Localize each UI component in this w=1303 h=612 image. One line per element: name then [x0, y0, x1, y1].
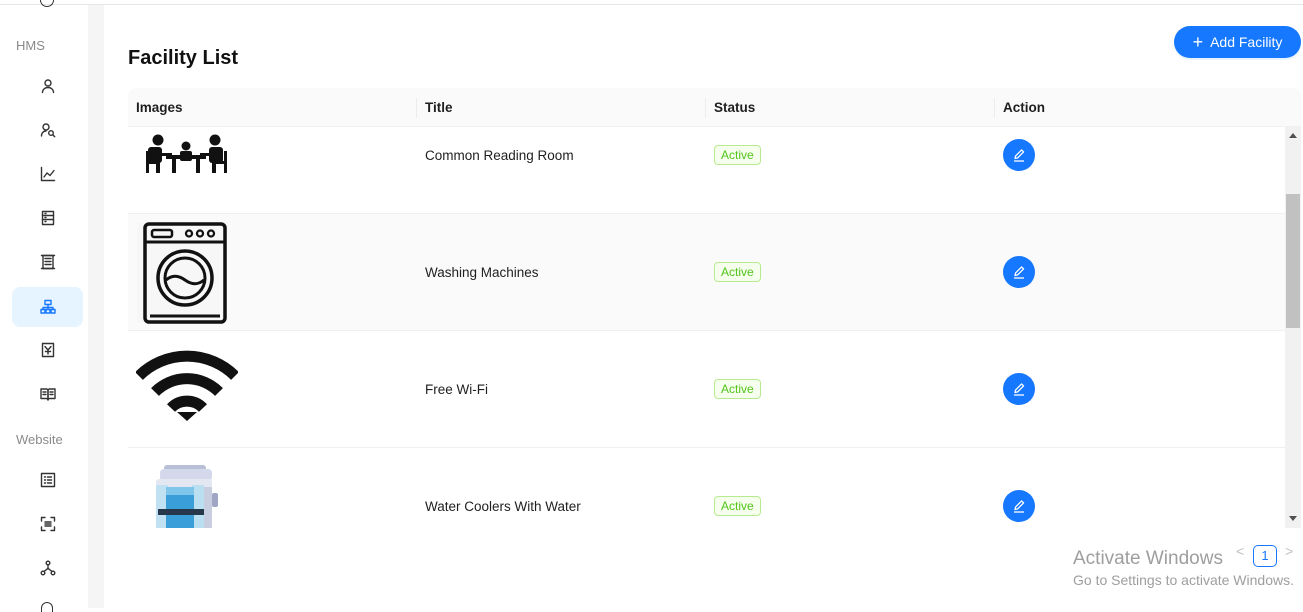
edit-icon: [1014, 266, 1025, 279]
page-title: Facility List: [128, 47, 239, 69]
sidebar-item-chart[interactable]: [12, 154, 83, 194]
list-icon: [40, 472, 55, 488]
voucher-icon: [41, 342, 54, 358]
facility-title: Washing Machines: [425, 265, 539, 280]
edit-icon: [1014, 383, 1025, 396]
add-facility-button[interactable]: + Add Facility: [1174, 26, 1301, 58]
sidebar-section-website: Website: [16, 432, 63, 447]
sidebar-partial-icon-bottom: [41, 602, 53, 612]
database-icon: [41, 210, 54, 226]
cluster-icon: [39, 299, 56, 314]
column-divider: [705, 98, 706, 118]
facility-table: Images Title Status Action Common Readin…: [128, 88, 1301, 528]
table-row: Common Reading Room Active: [128, 127, 1285, 214]
column-header-images: Images: [136, 100, 183, 115]
sidebar-item-list[interactable]: [12, 460, 83, 500]
facility-title: Water Coolers With Water: [425, 499, 581, 514]
edit-button[interactable]: [1003, 490, 1035, 522]
status-badge: Active: [714, 496, 761, 516]
building-icon: [40, 254, 55, 270]
scroll-up-arrow-icon[interactable]: [1289, 133, 1297, 138]
content-gutter: [88, 5, 104, 608]
watermark-subtitle: Go to Settings to activate Windows.: [1073, 572, 1294, 588]
sidebar-partial-icon: [40, 0, 54, 7]
scroll-down-arrow-icon[interactable]: [1289, 516, 1297, 521]
status-badge: Active: [714, 379, 761, 399]
edit-icon: [1014, 149, 1025, 162]
edit-icon: [1014, 500, 1025, 513]
sidebar-item-scan[interactable]: [12, 504, 83, 544]
sidebar-item-share[interactable]: [12, 548, 83, 588]
table-row: Water Coolers With Water Active: [128, 448, 1285, 528]
status-badge: Active: [714, 262, 761, 282]
activate-windows-watermark: Activate Windows Go to Settings to activ…: [1073, 548, 1294, 588]
users-search-icon: [40, 123, 55, 138]
column-divider: [416, 98, 417, 118]
sidebar: HMS Website: [0, 0, 88, 612]
table-body[interactable]: Common Reading Room Active Washing Machi…: [128, 127, 1285, 528]
share-nodes-icon: [40, 560, 55, 576]
table-header: Images Title Status Action: [128, 88, 1301, 127]
table-scrollbar[interactable]: [1285, 127, 1301, 528]
sidebar-item-cluster[interactable]: [12, 287, 83, 327]
sidebar-section-hms: HMS: [16, 38, 45, 53]
user-icon: [41, 79, 54, 94]
scrollbar-thumb[interactable]: [1286, 194, 1300, 328]
washing-machine-icon: [137, 222, 227, 324]
water-cooler-icon: [156, 465, 218, 528]
sidebar-item-database[interactable]: [12, 198, 83, 238]
main-content: Facility List + Add Facility Images Titl…: [104, 5, 1303, 608]
edit-button[interactable]: [1003, 373, 1035, 405]
book-icon: [39, 388, 56, 401]
line-chart-icon: [40, 166, 55, 182]
scan-icon: [40, 516, 55, 532]
column-header-title: Title: [425, 100, 453, 115]
sidebar-item-book[interactable]: [12, 374, 83, 414]
status-badge: Active: [714, 145, 761, 165]
edit-button[interactable]: [1003, 139, 1035, 171]
reading-room-icon: [146, 134, 227, 173]
column-divider: [994, 98, 995, 118]
sidebar-item-voucher[interactable]: [12, 330, 83, 370]
plus-icon: +: [1192, 32, 1204, 52]
facility-title: Free Wi-Fi: [425, 382, 488, 397]
edit-button[interactable]: [1003, 256, 1035, 288]
add-facility-label: Add Facility: [1210, 34, 1283, 50]
table-row: Free Wi-Fi Active: [128, 331, 1285, 448]
column-header-status: Status: [714, 100, 756, 115]
column-header-action: Action: [1003, 100, 1045, 115]
sidebar-item-users-search[interactable]: [12, 110, 83, 150]
sidebar-item-user[interactable]: [12, 66, 83, 106]
table-row: Washing Machines Active: [128, 214, 1285, 331]
sidebar-item-building[interactable]: [12, 242, 83, 282]
wifi-icon: [136, 350, 238, 421]
facility-title: Common Reading Room: [425, 148, 574, 163]
watermark-title: Activate Windows: [1073, 548, 1223, 569]
